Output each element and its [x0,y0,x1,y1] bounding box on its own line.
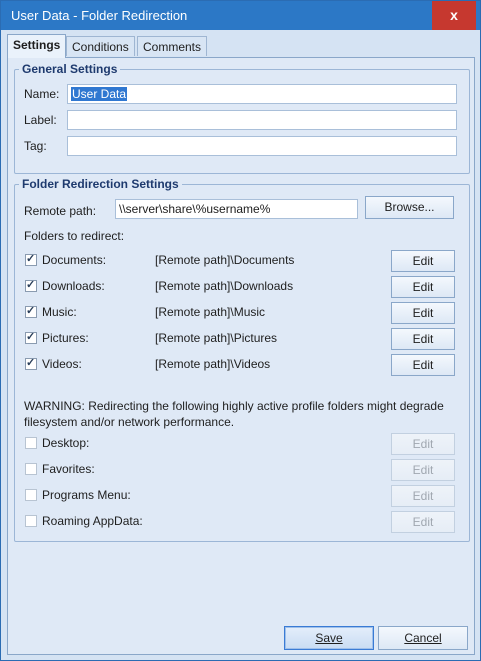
performance-warning: WARNING: Redirecting the following highl… [24,399,444,429]
general-settings-legend: General Settings [22,62,118,76]
window-title: User Data - Folder Redirection [11,8,188,23]
downloads-label: Downloads: [42,279,105,293]
programs-menu-label: Programs Menu: [42,488,131,502]
documents-edit-button[interactable]: Edit [391,250,455,272]
videos-path: [Remote path]\Videos [155,357,271,371]
music-label: Music: [42,305,77,319]
videos-label: Videos: [42,357,82,371]
roaming-appdata-label: Roaming AppData: [42,514,143,528]
cancel-button[interactable]: Cancel [378,626,468,650]
remote-path-label: Remote path: [24,204,97,218]
remote-path-field[interactable]: \\server\share\%username% [115,199,358,219]
downloads-edit-button[interactable]: Edit [391,276,455,298]
browse-button[interactable]: Browse... [365,196,454,219]
pictures-checkbox[interactable] [25,330,37,344]
name-label: Name: [24,87,60,101]
music-edit-button[interactable]: Edit [391,302,455,324]
label-label: Label: [24,113,57,127]
label-field[interactable] [67,110,457,130]
tab-comments[interactable]: Comments [137,36,208,56]
tag-label: Tag: [24,139,47,153]
videos-edit-button[interactable]: Edit [391,354,455,376]
music-path: [Remote path]\Music [155,305,266,319]
documents-checkbox[interactable] [25,252,37,266]
title-bar: User Data - Folder Redirection x [1,1,480,30]
tab-settings[interactable]: Settings [7,34,67,58]
name-value: User Data [71,87,128,101]
name-field[interactable]: User Data [67,84,457,104]
programs-menu-edit-button[interactable]: Edit [391,485,455,507]
pictures-path: [Remote path]\Pictures [155,331,278,345]
dialog-window: User Data - Folder Redirection x Setting… [0,0,481,661]
close-button[interactable]: x [432,1,476,30]
favorites-edit-button[interactable]: Edit [391,459,455,481]
documents-path: [Remote path]\Documents [155,253,295,267]
desktop-label: Desktop: [42,436,90,450]
favorites-label: Favorites: [42,462,95,476]
favorites-checkbox[interactable] [25,463,37,475]
save-button[interactable]: Save [284,626,374,650]
tab-conditions[interactable]: Conditions [66,36,135,56]
music-checkbox[interactable] [25,304,37,318]
tag-field[interactable] [67,136,457,156]
tab-strip: Settings Conditions Comments [7,34,477,58]
videos-checkbox[interactable] [25,356,37,370]
documents-label: Documents: [42,253,107,267]
desktop-edit-button[interactable]: Edit [391,433,455,455]
downloads-path: [Remote path]\Downloads [155,279,294,293]
roaming-appdata-checkbox[interactable] [25,515,37,527]
pictures-edit-button[interactable]: Edit [391,328,455,350]
folder-redirection-legend: Folder Redirection Settings [22,177,179,191]
settings-panel: General Settings Name: User Data Label: … [7,57,475,655]
roaming-appdata-edit-button[interactable]: Edit [391,511,455,533]
desktop-checkbox[interactable] [25,437,37,449]
cancel-button-label: Cancel [404,631,442,645]
downloads-checkbox[interactable] [25,278,37,292]
save-button-label: Save [315,631,343,645]
pictures-label: Pictures: [42,331,89,345]
folders-to-redirect-label: Folders to redirect: [24,229,125,243]
programs-menu-checkbox[interactable] [25,489,37,501]
